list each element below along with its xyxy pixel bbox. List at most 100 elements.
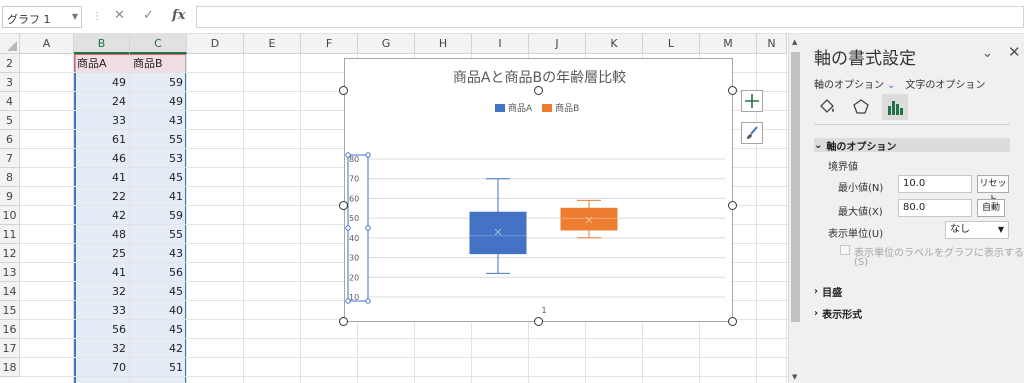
select-all-corner[interactable] xyxy=(0,34,20,54)
data-cell[interactable]: 43 xyxy=(130,111,187,130)
row-header-2[interactable]: 2 xyxy=(0,54,20,73)
scroll-down-icon[interactable]: ▼ xyxy=(792,373,797,381)
row-header-10[interactable]: 10 xyxy=(0,206,20,225)
data-cell[interactable]: 48 xyxy=(74,225,130,244)
col-header-i[interactable]: I xyxy=(472,34,529,54)
fill-line-icon[interactable] xyxy=(814,94,840,120)
enter-icon[interactable]: ✓ xyxy=(143,8,154,23)
data-cell[interactable]: 51 xyxy=(130,358,187,377)
col-header-g[interactable]: G xyxy=(358,34,415,54)
row-header-17[interactable]: 17 xyxy=(0,339,20,358)
resize-handle-se[interactable] xyxy=(728,317,737,326)
axis-options-icon[interactable] xyxy=(882,94,908,120)
row-header-12[interactable]: 12 xyxy=(0,244,20,263)
data-cell[interactable]: 42 xyxy=(74,206,130,225)
data-cell[interactable]: 56 xyxy=(130,263,187,282)
formula-input[interactable] xyxy=(196,6,1024,28)
data-cell[interactable]: 45 xyxy=(130,168,187,187)
data-cell[interactable]: 53 xyxy=(130,149,187,168)
data-cell[interactable]: 22 xyxy=(74,187,130,206)
data-cell[interactable]: 33 xyxy=(74,111,130,130)
data-cell[interactable]: 41 xyxy=(130,187,187,206)
header-cell[interactable]: 商品A xyxy=(74,54,130,73)
col-header-n[interactable]: N xyxy=(757,34,787,54)
insert-function-icon[interactable]: fx xyxy=(172,8,185,23)
col-header-l[interactable]: L xyxy=(643,34,700,54)
effects-icon[interactable] xyxy=(848,94,874,120)
row-header-16[interactable]: 16 xyxy=(0,320,20,339)
section-axis-options[interactable]: ⌄ 軸のオプション xyxy=(814,138,1010,153)
col-header-c[interactable]: C xyxy=(130,34,187,54)
section-ticks[interactable]: › 目盛 xyxy=(814,284,1010,299)
row-header-13[interactable]: 13 xyxy=(0,263,20,282)
min-input[interactable]: 10.0 xyxy=(898,175,972,193)
close-icon[interactable]: ✕ xyxy=(1008,43,1021,61)
cancel-icon[interactable]: ✕ xyxy=(114,8,125,23)
data-cell[interactable]: 33 xyxy=(74,301,130,320)
resize-handle-ne[interactable] xyxy=(728,86,737,95)
chevron-down-icon[interactable]: ⌄ xyxy=(982,46,993,61)
tab-axis-options[interactable]: 軸のオプション ⌄ xyxy=(814,76,895,91)
show-unit-label-checkbox[interactable] xyxy=(840,245,850,255)
chevron-down-icon[interactable]: ▼ xyxy=(72,12,78,21)
row-header-11[interactable]: 11 xyxy=(0,225,20,244)
data-cell[interactable]: 24 xyxy=(74,92,130,111)
row-header-9[interactable]: 9 xyxy=(0,187,20,206)
display-unit-select[interactable]: なし ▼ xyxy=(945,221,1009,239)
col-header-h[interactable]: H xyxy=(415,34,472,54)
row-header-7[interactable]: 7 xyxy=(0,149,20,168)
col-header-f[interactable]: F xyxy=(301,34,358,54)
row-header-15[interactable]: 15 xyxy=(0,301,20,320)
box-plot[interactable]: 10203040506070801 xyxy=(345,59,734,323)
data-cell[interactable]: 55 xyxy=(130,225,187,244)
data-cell[interactable]: 45 xyxy=(130,320,187,339)
vertical-scrollbar[interactable]: ▲ ▼ xyxy=(788,34,802,383)
col-header-k[interactable]: K xyxy=(586,34,643,54)
data-cell[interactable]: 32 xyxy=(74,282,130,301)
header-cell[interactable]: 商品B xyxy=(130,54,187,73)
data-cell[interactable]: 46 xyxy=(74,149,130,168)
data-cell[interactable]: 45 xyxy=(130,282,187,301)
col-header-a[interactable]: A xyxy=(20,34,74,54)
brush-icon[interactable] xyxy=(741,122,763,144)
col-header-e[interactable]: E xyxy=(244,34,301,54)
data-cell[interactable]: 59 xyxy=(130,73,187,92)
row-header-6[interactable]: 6 xyxy=(0,130,20,149)
col-header-d[interactable]: D xyxy=(187,34,244,54)
section-number[interactable]: › 表示形式 xyxy=(814,306,1010,321)
data-cell[interactable]: 61 xyxy=(74,130,130,149)
data-cell[interactable]: 41 xyxy=(74,168,130,187)
row-header-14[interactable]: 14 xyxy=(0,282,20,301)
data-cell[interactable]: 42 xyxy=(130,339,187,358)
resize-handle-nw[interactable] xyxy=(339,86,348,95)
scroll-thumb[interactable] xyxy=(791,52,800,322)
plus-icon[interactable] xyxy=(741,90,763,112)
col-header-j[interactable]: J xyxy=(529,34,586,54)
row-header-5[interactable]: 5 xyxy=(0,111,20,130)
col-header-m[interactable]: M xyxy=(700,34,757,54)
row-header-4[interactable]: 4 xyxy=(0,92,20,111)
data-cell[interactable]: 25 xyxy=(74,244,130,263)
row-header-18[interactable]: 18 xyxy=(0,358,20,377)
auto-button[interactable]: 自動 xyxy=(977,199,1005,217)
data-cell[interactable]: 49 xyxy=(130,92,187,111)
name-box[interactable]: グラフ 1 ▼ xyxy=(2,6,82,28)
resize-handle-e[interactable] xyxy=(728,201,737,210)
data-cell[interactable]: 32 xyxy=(74,339,130,358)
chart-area[interactable]: 商品Aと商品Bの年齢層比較 商品A 商品B 10 20 30 40 50 60 70 80 1 xyxy=(344,58,733,322)
data-cell[interactable]: 49 xyxy=(74,73,130,92)
data-cell[interactable]: 56 xyxy=(74,320,130,339)
scroll-up-icon[interactable]: ▲ xyxy=(792,38,797,46)
row-header-3[interactable]: 3 xyxy=(0,73,20,92)
data-cell[interactable]: 59 xyxy=(130,206,187,225)
data-cell[interactable]: 41 xyxy=(74,263,130,282)
data-cell[interactable]: 70 xyxy=(74,358,130,377)
drag-handle-icon[interactable]: ⋮ xyxy=(92,11,102,22)
row-header-8[interactable]: 8 xyxy=(0,168,20,187)
data-cell[interactable]: 43 xyxy=(130,244,187,263)
resize-handle-w[interactable] xyxy=(339,201,348,210)
data-cell[interactable]: 55 xyxy=(130,130,187,149)
resize-handle-sw[interactable] xyxy=(339,317,348,326)
resize-handle-s[interactable] xyxy=(534,317,543,326)
max-input[interactable]: 80.0 xyxy=(898,199,972,217)
